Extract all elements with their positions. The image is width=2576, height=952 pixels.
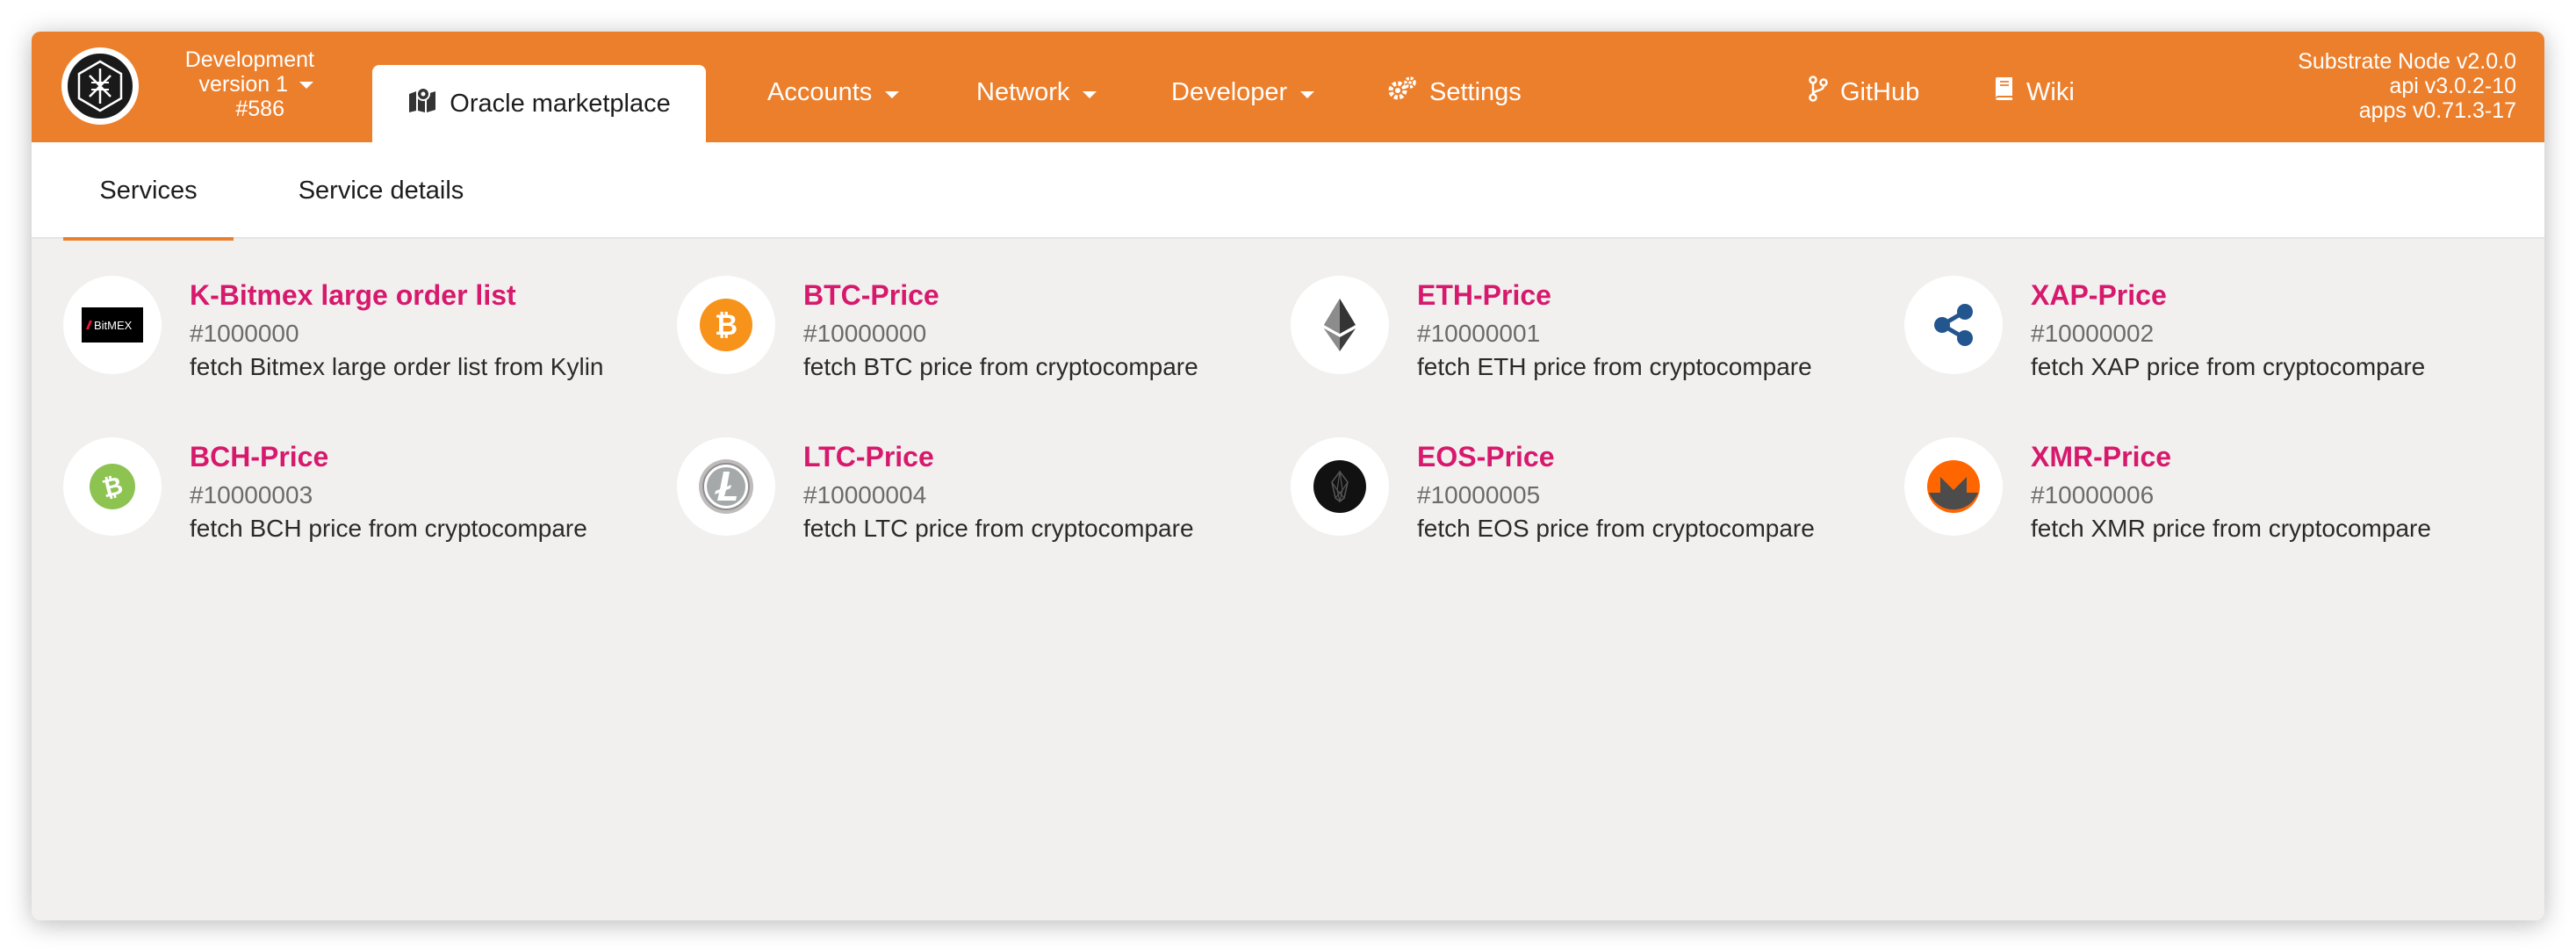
ethereum-icon (1291, 276, 1389, 374)
nav-settings[interactable]: Settings (1387, 65, 1522, 119)
map-marker-icon (407, 87, 437, 120)
nav-network-label: Network (976, 77, 1070, 106)
nav-wiki-label: Wiki (2026, 77, 2075, 106)
tab-oracle-marketplace[interactable]: Oracle marketplace (372, 65, 706, 142)
service-description: fetch BTC price from cryptocompare (803, 353, 1198, 380)
service-title[interactable]: BCH-Price (190, 441, 328, 473)
service-description: fetch Bitmex large order list from Kylin (190, 353, 604, 380)
ripple-icon (1904, 276, 2003, 374)
service-description: fetch ETH price from cryptocompare (1417, 353, 1812, 380)
service-card[interactable]: XMR-Price #10000006 fetch XMR price from… (1904, 437, 2501, 552)
service-title[interactable]: XMR-Price (2031, 441, 2171, 473)
tab-oracle-label: Oracle marketplace (450, 89, 671, 118)
nav-network[interactable]: Network (976, 65, 1097, 119)
service-id: #10000003 (190, 481, 313, 508)
service-id: #10000000 (803, 320, 927, 347)
service-description: fetch XMR price from cryptocompare (2031, 515, 2431, 542)
chain-selector[interactable]: Development version 1 #586 (146, 47, 314, 121)
tab-services-label: Services (99, 176, 198, 205)
service-title[interactable]: K-Bitmex large order list (190, 279, 516, 312)
service-title[interactable]: EOS-Price (1417, 441, 1555, 473)
eos-icon (1291, 437, 1389, 536)
service-card[interactable]: ₿ BCH-Price #10000003 fetch BCH price fr… (63, 437, 660, 552)
node-version-info: Substrate Node v2.0.0 api v3.0.2-10 apps… (2298, 49, 2516, 123)
chain-logo-icon[interactable] (61, 47, 139, 125)
nav-developer-label: Developer (1171, 77, 1288, 106)
nav-github[interactable]: GitHub (1809, 65, 1919, 119)
api-version: api v3.0.2-10 (2389, 74, 2516, 98)
service-card[interactable]: ₿ BTC-Price #10000000 fetch BTC price fr… (677, 276, 1274, 390)
tab-services[interactable]: Services (63, 142, 234, 241)
service-id: #10000005 (1417, 481, 1541, 508)
service-card[interactable]: ETH-Price #10000001 fetch ETH price from… (1291, 276, 1888, 390)
app-window: Development version 1 #586 Oracle market… (32, 32, 2544, 920)
nav-developer[interactable]: Developer (1171, 65, 1315, 119)
chevron-down-icon (299, 72, 314, 97)
sub-tab-bar: Services Service details (32, 142, 2544, 241)
service-card[interactable]: BitMEX K-Bitmex large order list #100000… (63, 276, 660, 390)
apps-version: apps v0.71.3-17 (2358, 98, 2516, 123)
service-card[interactable]: EOS-Price #10000005 fetch EOS price from… (1291, 437, 1888, 552)
top-bar: Development version 1 #586 Oracle market… (32, 32, 2544, 142)
svg-text:₿: ₿ (715, 308, 738, 342)
service-title[interactable]: XAP-Price (2031, 279, 2167, 312)
service-id: #10000004 (803, 481, 927, 508)
service-id: #1000000 (190, 320, 299, 347)
block-number: #586 (235, 97, 284, 121)
bitcoin-icon: ₿ (677, 276, 775, 374)
monero-icon (1904, 437, 2003, 536)
chain-version: version 1 (198, 72, 288, 97)
service-title[interactable]: BTC-Price (803, 279, 939, 312)
service-title[interactable]: LTC-Price (803, 441, 934, 473)
nav-accounts-label: Accounts (767, 77, 873, 106)
service-description: fetch XAP price from cryptocompare (2031, 353, 2426, 380)
service-description: fetch EOS price from cryptocompare (1417, 515, 1815, 542)
code-branch-icon (1809, 76, 1828, 109)
bitcoin-cash-icon: ₿ (63, 437, 162, 536)
service-description: fetch LTC price from cryptocompare (803, 515, 1194, 542)
nav-wiki[interactable]: Wiki (1993, 65, 2075, 119)
service-id: #10000006 (2031, 481, 2155, 508)
chain-name: Development (184, 47, 314, 72)
service-card[interactable]: LTC-Price #10000004 fetch LTC price from… (677, 437, 1274, 552)
nav-settings-label: Settings (1429, 77, 1522, 106)
service-id: #10000002 (2031, 320, 2155, 347)
service-title[interactable]: ETH-Price (1417, 279, 1551, 312)
nav-accounts[interactable]: Accounts (767, 65, 900, 119)
tab-service-details[interactable]: Service details (267, 142, 495, 239)
bitmex-logo-text: BitMEX (94, 319, 133, 332)
nav-github-label: GitHub (1840, 77, 1920, 106)
service-card[interactable]: XAP-Price #10000002 fetch XAP price from… (1904, 276, 2501, 390)
gears-icon (1387, 76, 1417, 109)
node-version: Substrate Node v2.0.0 (2298, 49, 2516, 74)
chevron-down-icon (1082, 78, 1097, 107)
service-id: #10000001 (1417, 320, 1541, 347)
tab-service-details-label: Service details (298, 176, 464, 205)
litecoin-icon (677, 437, 775, 536)
bitmex-logo-icon: BitMEX (63, 276, 162, 374)
chevron-down-icon (1299, 78, 1315, 107)
service-description: fetch BCH price from cryptocompare (190, 515, 587, 542)
chevron-down-icon (884, 78, 900, 107)
book-icon (1993, 76, 2014, 108)
